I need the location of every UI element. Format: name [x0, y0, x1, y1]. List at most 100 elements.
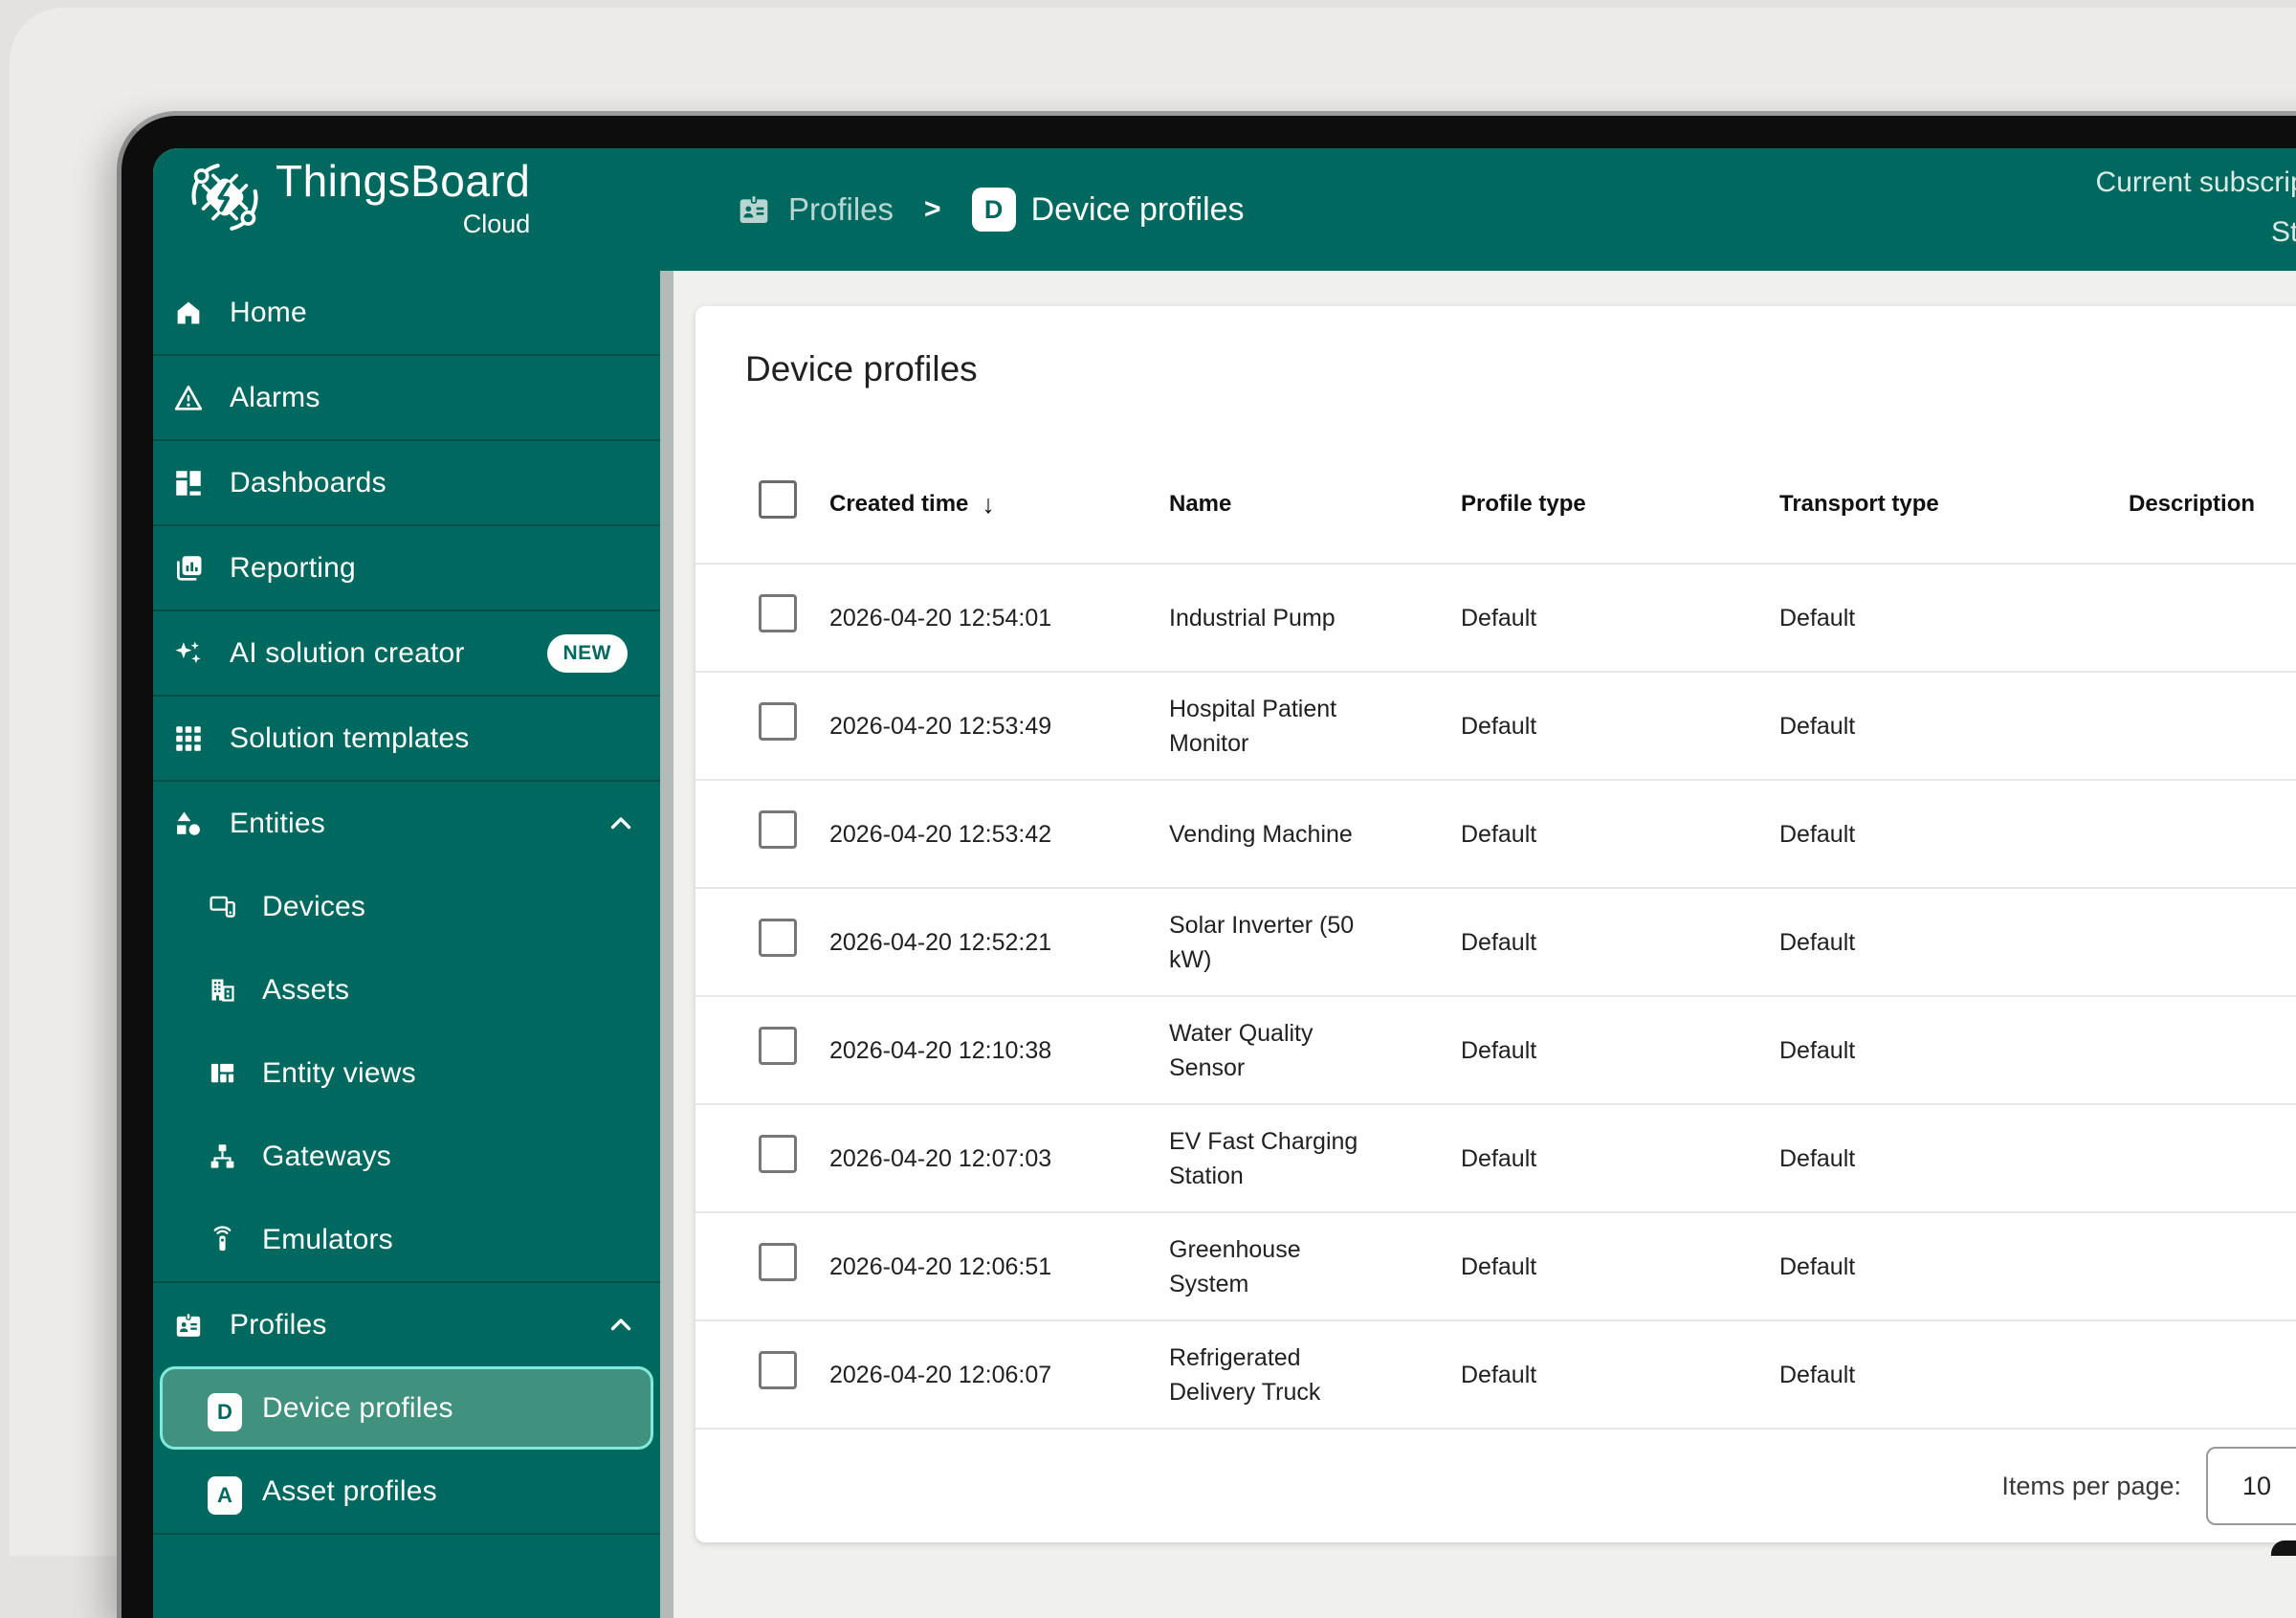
devices-icon: [208, 892, 237, 921]
breadcrumb-separator: >: [924, 193, 941, 226]
row-checkbox[interactable]: [759, 1243, 797, 1281]
cell-transport-type: Default: [1779, 601, 2129, 635]
solution-templates-icon: [172, 722, 205, 755]
breadcrumb-profiles[interactable]: Profiles: [735, 190, 894, 229]
row-checkbox[interactable]: [759, 1351, 797, 1389]
items-per-page-select[interactable]: 10: [2206, 1447, 2296, 1525]
sidebar-item-home[interactable]: Home: [153, 271, 660, 354]
cell-profile-type: Default: [1461, 1141, 1779, 1176]
brand-title: ThingsBoard: [276, 154, 530, 208]
column-header-transport-type[interactable]: Transport type: [1779, 491, 2129, 518]
sidebar-item-profiles[interactable]: Profiles: [153, 1283, 660, 1366]
cell-transport-type: Default: [1779, 1033, 2129, 1068]
sidebar-item-emulators[interactable]: Emulators: [153, 1198, 660, 1281]
row-checkbox[interactable]: [759, 810, 797, 849]
cell-created-time: 2026-04-20 12:54:01: [829, 601, 1169, 635]
column-header-created-time[interactable]: Created time ↓: [829, 490, 1169, 520]
main-content: Device profiles Created time ↓ Name Prof…: [673, 271, 2296, 1618]
assets-icon: [208, 975, 237, 1005]
sidebar-scrollbar[interactable]: [660, 271, 673, 1618]
cell-transport-type: Default: [1779, 1141, 2129, 1176]
sidebar-item-ai-solution-creator[interactable]: AI solution creator NEW: [153, 611, 660, 695]
column-header-description[interactable]: Description: [2129, 491, 2296, 518]
table-row[interactable]: 2026-04-20 12:06:07 Refrigerated Deliver…: [695, 1319, 2296, 1428]
cell-name: EV Fast Charging Station: [1169, 1124, 1461, 1193]
sidebar-item-dashboards[interactable]: Dashboards: [153, 441, 660, 524]
current-subscription-link[interactable]: Current subscription: [2096, 164, 2296, 202]
cell-created-time: 2026-04-20 12:10:38: [829, 1033, 1169, 1068]
sidebar-item-assets[interactable]: Assets: [153, 948, 660, 1031]
device-frame: ThingsBoard Cloud Profiles >: [117, 111, 2296, 1618]
page-title: Device profiles: [745, 348, 2296, 390]
cell-profile-type: Default: [1461, 709, 1779, 743]
row-checkbox[interactable]: [759, 919, 797, 957]
table-row[interactable]: 2026-04-20 12:53:49 Hospital Patient Mon…: [695, 671, 2296, 779]
table-row[interactable]: 2026-04-20 12:07:03 EV Fast Charging Sta…: [695, 1103, 2296, 1211]
profiles-badge-icon: [735, 190, 773, 229]
row-checkbox[interactable]: [759, 1135, 797, 1173]
row-checkbox[interactable]: [759, 1027, 797, 1065]
sidebar-item-entity-views[interactable]: Entity views: [153, 1031, 660, 1115]
sidebar-divider: [153, 1533, 660, 1535]
column-header-name[interactable]: Name: [1169, 491, 1461, 518]
profiles-badge-icon: [172, 1309, 205, 1341]
cell-created-time: 2026-04-20 12:06:07: [829, 1358, 1169, 1392]
emulators-icon: [208, 1225, 237, 1254]
home-icon: [172, 297, 205, 329]
row-checkbox[interactable]: [759, 594, 797, 632]
cell-name: Vending Machine: [1169, 817, 1461, 852]
sort-desc-icon[interactable]: ↓: [982, 490, 995, 520]
app-window: ThingsBoard Cloud Profiles >: [153, 148, 2296, 1618]
cell-transport-type: Default: [1779, 925, 2129, 960]
brand-subtitle: Cloud: [463, 210, 531, 238]
sidebar-item-solution-templates[interactable]: Solution templates: [153, 697, 660, 780]
sidebar-item-entities[interactable]: Entities: [153, 782, 660, 865]
cell-created-time: 2026-04-20 12:53:42: [829, 817, 1169, 852]
column-header-profile-type[interactable]: Profile type: [1461, 491, 1779, 518]
ai-sparkles-icon: [172, 637, 205, 670]
select-all-checkbox[interactable]: [759, 480, 797, 519]
cell-profile-type: Default: [1461, 817, 1779, 852]
new-badge: NEW: [547, 634, 629, 673]
device-profile-chip-icon: D: [208, 1393, 237, 1423]
dashboards-icon: [172, 467, 205, 499]
table-row[interactable]: 2026-04-20 12:54:01 Industrial Pump Defa…: [695, 563, 2296, 671]
cell-name: Hospital Patient Monitor: [1169, 692, 1461, 761]
device-profiles-card: Device profiles Created time ↓ Name Prof…: [695, 306, 2296, 1542]
header-links: Current subscription Status: [2096, 164, 2296, 252]
sidebar-item-alarms[interactable]: Alarms: [153, 356, 660, 439]
cell-profile-type: Default: [1461, 1358, 1779, 1392]
status-link[interactable]: Status: [2271, 213, 2296, 252]
cell-profile-type: Default: [1461, 1250, 1779, 1284]
table-row[interactable]: 2026-04-20 12:52:21 Solar Inverter (50 k…: [695, 887, 2296, 995]
gateways-icon: [208, 1141, 237, 1171]
cell-transport-type: Default: [1779, 709, 2129, 743]
breadcrumb-device-profiles-label: Device profiles: [1031, 191, 1245, 229]
table-footer: Items per page: 10: [695, 1428, 2296, 1542]
cell-name: Industrial Pump: [1169, 601, 1461, 635]
thingsboard-logo-icon: [188, 160, 262, 234]
cell-transport-type: Default: [1779, 817, 2129, 852]
sidebar-item-devices[interactable]: Devices: [153, 865, 660, 948]
top-bar: ThingsBoard Cloud Profiles >: [153, 148, 2296, 271]
breadcrumb: Profiles > D Device profiles: [735, 148, 1245, 271]
breadcrumb-device-profiles[interactable]: D Device profiles: [972, 188, 1245, 232]
sidebar-item-gateways[interactable]: Gateways: [153, 1115, 660, 1198]
row-checkbox[interactable]: [759, 702, 797, 741]
sidebar-item-device-profiles[interactable]: D Device profiles: [160, 1366, 653, 1450]
items-per-page-label: Items per page:: [2001, 1472, 2181, 1501]
alarms-icon: [172, 382, 205, 414]
sidebar-item-reporting[interactable]: Reporting: [153, 526, 660, 610]
table-row[interactable]: 2026-04-20 12:10:38 Water Quality Sensor…: [695, 995, 2296, 1103]
table-header-row: Created time ↓ Name Profile type Transpo…: [695, 446, 2296, 563]
chevron-up-icon[interactable]: [605, 1309, 637, 1341]
reporting-icon: [172, 552, 205, 585]
cell-created-time: 2026-04-20 12:07:03: [829, 1141, 1169, 1176]
cell-name: Solar Inverter (50 kW): [1169, 908, 1461, 977]
table-row[interactable]: 2026-04-20 12:06:51 Greenhouse System De…: [695, 1211, 2296, 1319]
chevron-up-icon[interactable]: [605, 808, 637, 840]
sidebar-item-asset-profiles[interactable]: A Asset profiles: [153, 1450, 660, 1533]
sidebar: Home Alarms Dashboards: [153, 271, 660, 1618]
brand[interactable]: ThingsBoard Cloud: [188, 154, 530, 238]
table-row[interactable]: 2026-04-20 12:53:42 Vending Machine Defa…: [695, 779, 2296, 887]
